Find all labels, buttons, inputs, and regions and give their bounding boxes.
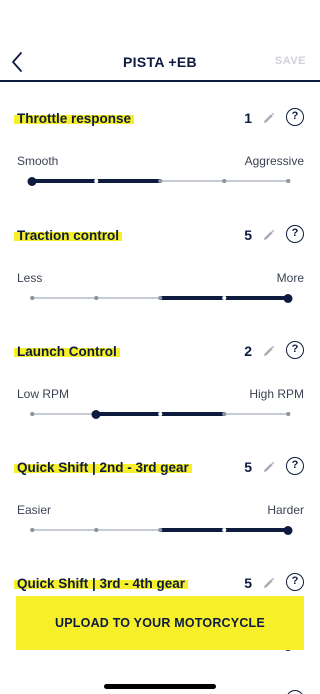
setting-title: Launch Control <box>14 343 120 360</box>
pencil-icon[interactable] <box>262 229 275 242</box>
level-slider[interactable] <box>30 524 293 536</box>
slider-tick <box>94 296 98 300</box>
upload-button[interactable]: UPLOAD TO YOUR MOTORCYCLE <box>16 596 304 650</box>
slider-tick <box>158 528 162 532</box>
pencil-icon[interactable] <box>262 345 275 358</box>
help-button[interactable]: ? <box>286 573 304 591</box>
level-slider[interactable] <box>30 408 290 420</box>
help-button[interactable]: ? <box>286 108 304 126</box>
slider-min-label: Low RPM <box>17 387 70 401</box>
setting-section: Traction control 5 ? Less More <box>0 225 320 343</box>
setting-value: 5 <box>244 575 252 591</box>
slider-tick <box>158 179 162 183</box>
setting-title: Quick Shift | 2nd - 3rd gear <box>14 459 192 476</box>
pencil-icon[interactable] <box>262 461 275 474</box>
slider-min-label: Smooth <box>17 154 59 168</box>
slider-thumb[interactable] <box>91 409 101 419</box>
slider-thumb[interactable] <box>283 293 293 303</box>
setting-value: 1 <box>244 110 252 126</box>
setting-title: Throttle response <box>14 110 135 127</box>
slider-tick <box>30 412 34 416</box>
help-button[interactable]: ? <box>286 341 304 359</box>
slider-tick <box>222 179 226 183</box>
slider-tick <box>222 412 226 416</box>
slider-tick <box>158 296 162 300</box>
slider-tick <box>222 528 226 532</box>
save-button[interactable]: SAVE <box>275 55 306 67</box>
home-indicator <box>104 684 216 689</box>
slider-max-label: High RPM <box>249 387 304 401</box>
slider-max-label: Aggressive <box>244 154 304 168</box>
header-bar: PISTA +EB SAVE <box>0 0 320 82</box>
slider-min-label: Easier <box>17 503 52 517</box>
setting-section: Quick Shift | 2nd - 3rd gear 5 ? Easier … <box>0 457 320 575</box>
slider-thumb[interactable] <box>283 525 293 535</box>
slider-max-label: Harder <box>267 503 304 517</box>
setting-value: 2 <box>244 343 252 359</box>
setting-value: 5 <box>244 459 252 475</box>
setting-section: Throttle response 1 ? Smooth Aggressive <box>0 108 320 226</box>
slider-thumb[interactable] <box>27 176 37 186</box>
header-divider <box>0 80 320 82</box>
slider-tick <box>94 528 98 532</box>
slider-tick <box>286 179 290 183</box>
setting-title: Quick Shift | 3rd - 4th gear <box>14 575 189 592</box>
pencil-icon[interactable] <box>262 112 275 125</box>
setting-section: Launch Control 2 ? Low RPM High RPM <box>0 341 320 459</box>
page-title: PISTA +EB <box>123 54 197 70</box>
level-slider[interactable] <box>27 175 290 187</box>
slider-tick <box>30 296 34 300</box>
slider-max-label: More <box>276 271 304 285</box>
setting-title: Traction control <box>14 227 123 244</box>
slider-tick <box>222 296 226 300</box>
slider-min-label: Less <box>17 271 43 285</box>
setting-value: 5 <box>244 227 252 243</box>
slider-tick <box>286 412 290 416</box>
help-button[interactable]: ? <box>286 225 304 243</box>
level-slider[interactable] <box>30 292 293 304</box>
pencil-icon[interactable] <box>262 577 275 590</box>
slider-tick <box>30 528 34 532</box>
slider-tick <box>94 179 98 183</box>
help-button[interactable]: ? <box>286 457 304 475</box>
slider-tick <box>158 412 162 416</box>
